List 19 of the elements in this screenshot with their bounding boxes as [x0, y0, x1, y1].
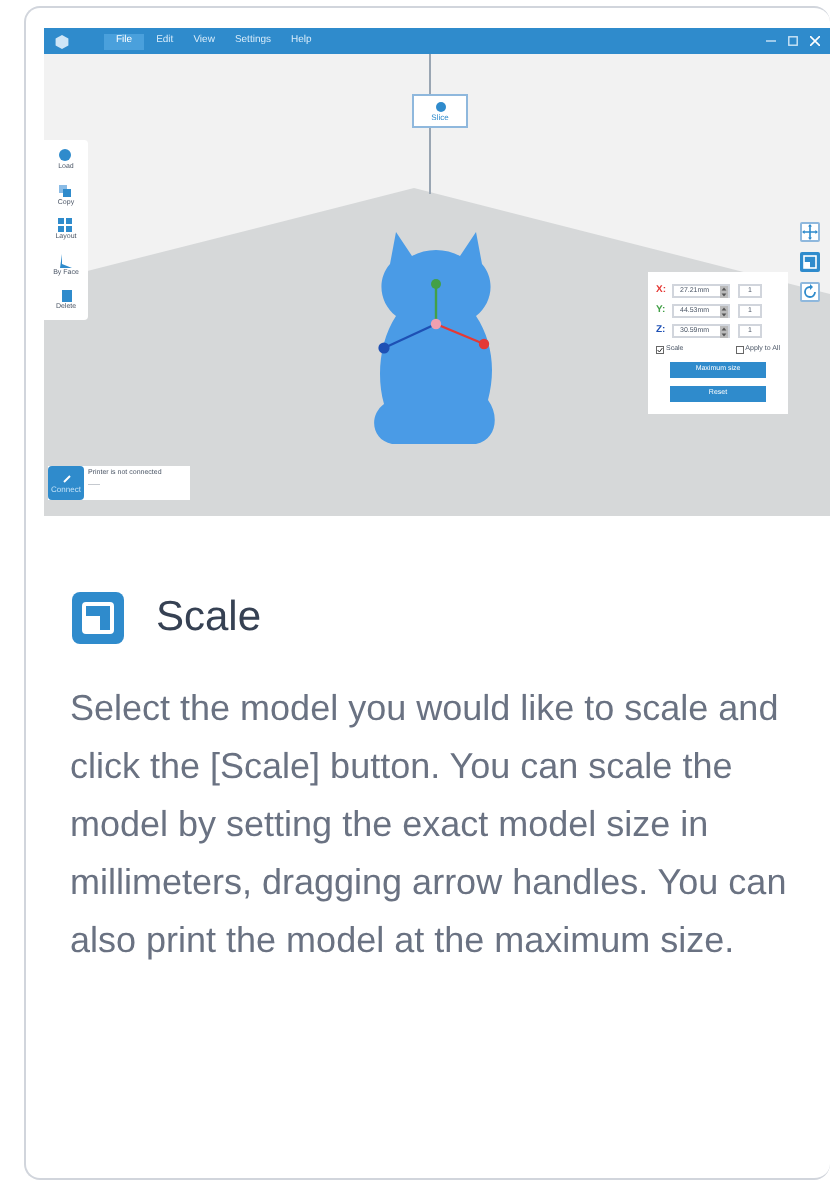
- spinner-arrows-icon[interactable]: [720, 325, 728, 337]
- scale-icon: [802, 254, 818, 270]
- app-logo-icon: [54, 33, 70, 49]
- scale-icon: [72, 591, 124, 644]
- move-icon: [802, 224, 818, 240]
- maximize-icon[interactable]: [788, 36, 798, 46]
- tool-button[interactable]: [800, 222, 820, 242]
- spinner-arrows-icon[interactable]: [720, 285, 728, 297]
- section-description: Select the model you would like to scale and click the [Scale] button. You can scale the model by setting the exact model size in millimeters, dragging arrow handles. You can also print the model at the maximum size.: [70, 686, 789, 964]
- grid-icon: [58, 218, 73, 232]
- checkbox[interactable]: [656, 346, 664, 354]
- tool-button[interactable]: [800, 282, 820, 302]
- copy-icon: [58, 183, 73, 197]
- section-title: Scale: [156, 592, 262, 644]
- checkbox[interactable]: [735, 346, 744, 354]
- close-icon[interactable]: [810, 36, 820, 46]
- spinner-arrows-icon[interactable]: [720, 305, 728, 317]
- minimize-icon[interactable]: [766, 36, 776, 46]
- rotate-icon: [802, 284, 818, 300]
